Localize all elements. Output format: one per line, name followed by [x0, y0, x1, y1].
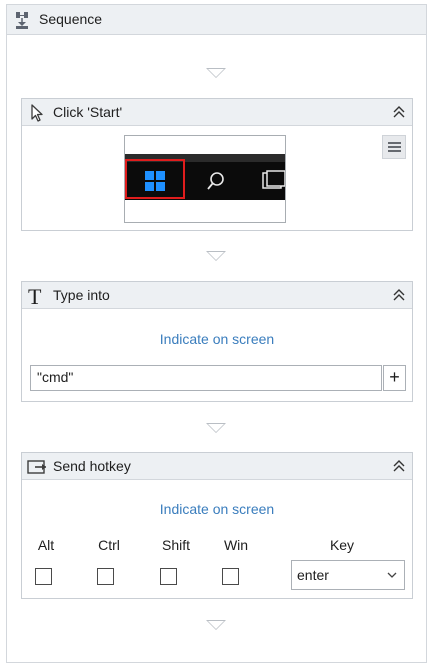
target-highlight-box	[125, 159, 185, 199]
alt-label: Alt	[37, 537, 55, 553]
type-into-activity[interactable]: T Type into Indicate on screen "cmd" +	[21, 281, 413, 402]
sequence-title: Sequence	[39, 11, 103, 27]
target-screenshot[interactable]	[124, 135, 286, 223]
text-input[interactable]: "cmd"	[30, 365, 382, 391]
collapse-icon[interactable]	[392, 288, 406, 302]
flow-arrow	[206, 423, 226, 433]
flow-arrow	[206, 251, 226, 261]
flow-arrow	[206, 68, 226, 78]
click-activity-header[interactable]: Click 'Start'	[22, 99, 412, 126]
send-hotkey-activity[interactable]: Send hotkey Indicate on screen Alt Ctrl …	[21, 452, 413, 599]
alt-checkbox[interactable]	[35, 568, 52, 585]
key-select[interactable]: enter	[291, 560, 405, 590]
key-select-value: enter	[297, 567, 329, 583]
click-activity[interactable]: Click 'Start'	[21, 98, 413, 231]
click-activity-title: Click 'Start'	[53, 104, 123, 120]
ctrl-label: Ctrl	[98, 537, 120, 553]
cursor-icon	[31, 104, 43, 122]
add-button[interactable]: +	[383, 365, 406, 391]
type-into-activity-header[interactable]: T Type into	[22, 282, 412, 309]
shift-label: Shift	[161, 537, 190, 553]
type-into-activity-title: Type into	[53, 287, 110, 303]
key-label: Key	[329, 537, 355, 553]
options-menu-button[interactable]	[382, 135, 406, 159]
shift-checkbox[interactable]	[160, 568, 177, 585]
collapse-icon[interactable]	[392, 105, 406, 119]
collapse-icon[interactable]	[392, 459, 406, 473]
send-hotkey-activity-header[interactable]: Send hotkey	[22, 453, 412, 480]
chevron-down-icon	[387, 572, 397, 578]
svg-text:T: T	[28, 285, 42, 307]
flow-arrow	[206, 620, 226, 630]
sequence-icon	[16, 12, 28, 29]
indicate-on-screen-link[interactable]: Indicate on screen	[22, 501, 412, 517]
ctrl-checkbox[interactable]	[97, 568, 114, 585]
win-label: Win	[223, 537, 249, 553]
task-view-icon	[262, 170, 285, 189]
sequence-container: Sequence Click 'Start' T Type into Indic…	[6, 4, 427, 663]
indicate-on-screen-link[interactable]: Indicate on screen	[22, 331, 412, 347]
win-checkbox[interactable]	[222, 568, 239, 585]
search-icon	[207, 172, 224, 190]
send-hotkey-activity-title: Send hotkey	[53, 458, 131, 474]
text-t-icon: T	[28, 285, 42, 307]
hotkey-icon	[27, 460, 46, 474]
sequence-header[interactable]: Sequence	[7, 5, 426, 35]
